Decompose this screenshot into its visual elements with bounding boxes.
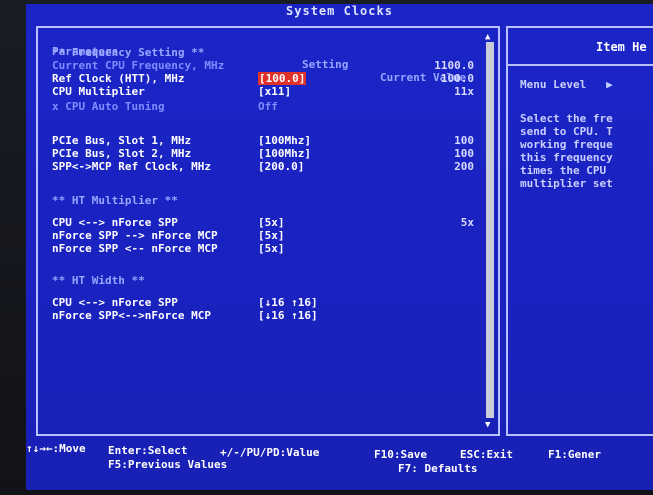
current-value: 100.0 [440,72,474,85]
item-help-panel: Item He Menu Level ▶ Select the fre send … [506,26,653,436]
setting-label: CPU Multiplier [52,85,145,98]
setting-label: PCIe Bus, Slot 2, MHz [52,147,192,160]
help-line: Select the fre [520,112,613,125]
current-value: 5x [460,216,474,229]
setting-label: CPU <--> nForce SPP [52,296,178,309]
current-value: 1100.0 [434,59,474,72]
key-select: Enter:Select [108,444,188,457]
setting-label: PCIe Bus, Slot 1, MHz [52,134,192,147]
setting-label: nForce SPP --> nForce MCP [52,229,218,242]
setting-value[interactable]: [↓16 ↑16] [258,309,318,322]
screen-title: System Clocks [286,4,393,18]
setting-label: nForce SPP<-->nForce MCP [52,309,211,322]
column-header-setting: Setting [302,58,349,71]
scroll-up-icon[interactable]: ▲ [485,32,490,42]
help-line: working freque [520,138,613,151]
key-save: F10:Save [374,448,427,461]
setting-value[interactable]: [100Mhz] [258,134,311,147]
help-line: multiplier set [520,177,613,190]
setting-value[interactable]: [100.0] [258,72,307,85]
setting-label: Ref Clock (HTT), MHz [52,72,185,85]
bios-screen: System Clocks Parameters Setting Current… [26,4,653,490]
key-exit: ESC:Exit [460,448,513,461]
setting-value[interactable]: [5x] [258,216,285,229]
setting-label: SPP<->MCP Ref Clock, MHz [52,160,211,173]
setting-value[interactable]: [100Mhz] [258,147,311,160]
setting-value[interactable]: [200.0] [258,160,304,173]
help-line: times the CPU [520,164,607,177]
setting-label: ** HT Multiplier ** [52,194,178,207]
setting-label: x CPU Auto Tuning [52,100,165,113]
current-value: 11x [454,85,474,98]
setting-label: CPU <--> nForce SPP [52,216,178,229]
key-defaults: F7: Defaults [398,462,478,475]
setting-value: Off [258,100,278,113]
current-value: 100 [454,134,474,147]
item-help-title: Item He [508,28,653,66]
setting-label: Current CPU Frequency, MHz [52,59,225,72]
footer-keys: ↑↓→←:Move Enter:Select +/-/PU/PD:Value F… [26,440,653,490]
key-general-help: F1:Gener [548,448,601,461]
setting-value[interactable]: [5x] [258,242,285,255]
selected-setting-value[interactable]: [100.0] [258,72,307,85]
help-line: this frequency [520,151,613,164]
settings-panel: Parameters Setting Current Value ** Freq… [36,26,500,436]
current-value: 100 [454,147,474,160]
scroll-down-icon[interactable]: ▼ [485,420,490,430]
help-line: send to CPU. T [520,125,613,138]
key-value: +/-/PU/PD:Value [220,446,320,459]
setting-label: ** HT Width ** [52,274,145,287]
scrollbar[interactable] [486,42,494,418]
key-previous-values: F5:Previous Values [108,458,228,471]
current-value: 200 [454,160,474,173]
setting-label: nForce SPP <-- nForce MCP [52,242,218,255]
setting-value[interactable]: [x11] [258,85,291,98]
key-move: ↑↓→←:Move [26,442,86,455]
setting-value[interactable]: [↓16 ↑16] [258,296,318,309]
setting-value[interactable]: [5x] [258,229,285,242]
menu-level-label: Menu Level ▶ [520,78,613,91]
setting-label: ** Frequency Setting ** [52,46,205,59]
